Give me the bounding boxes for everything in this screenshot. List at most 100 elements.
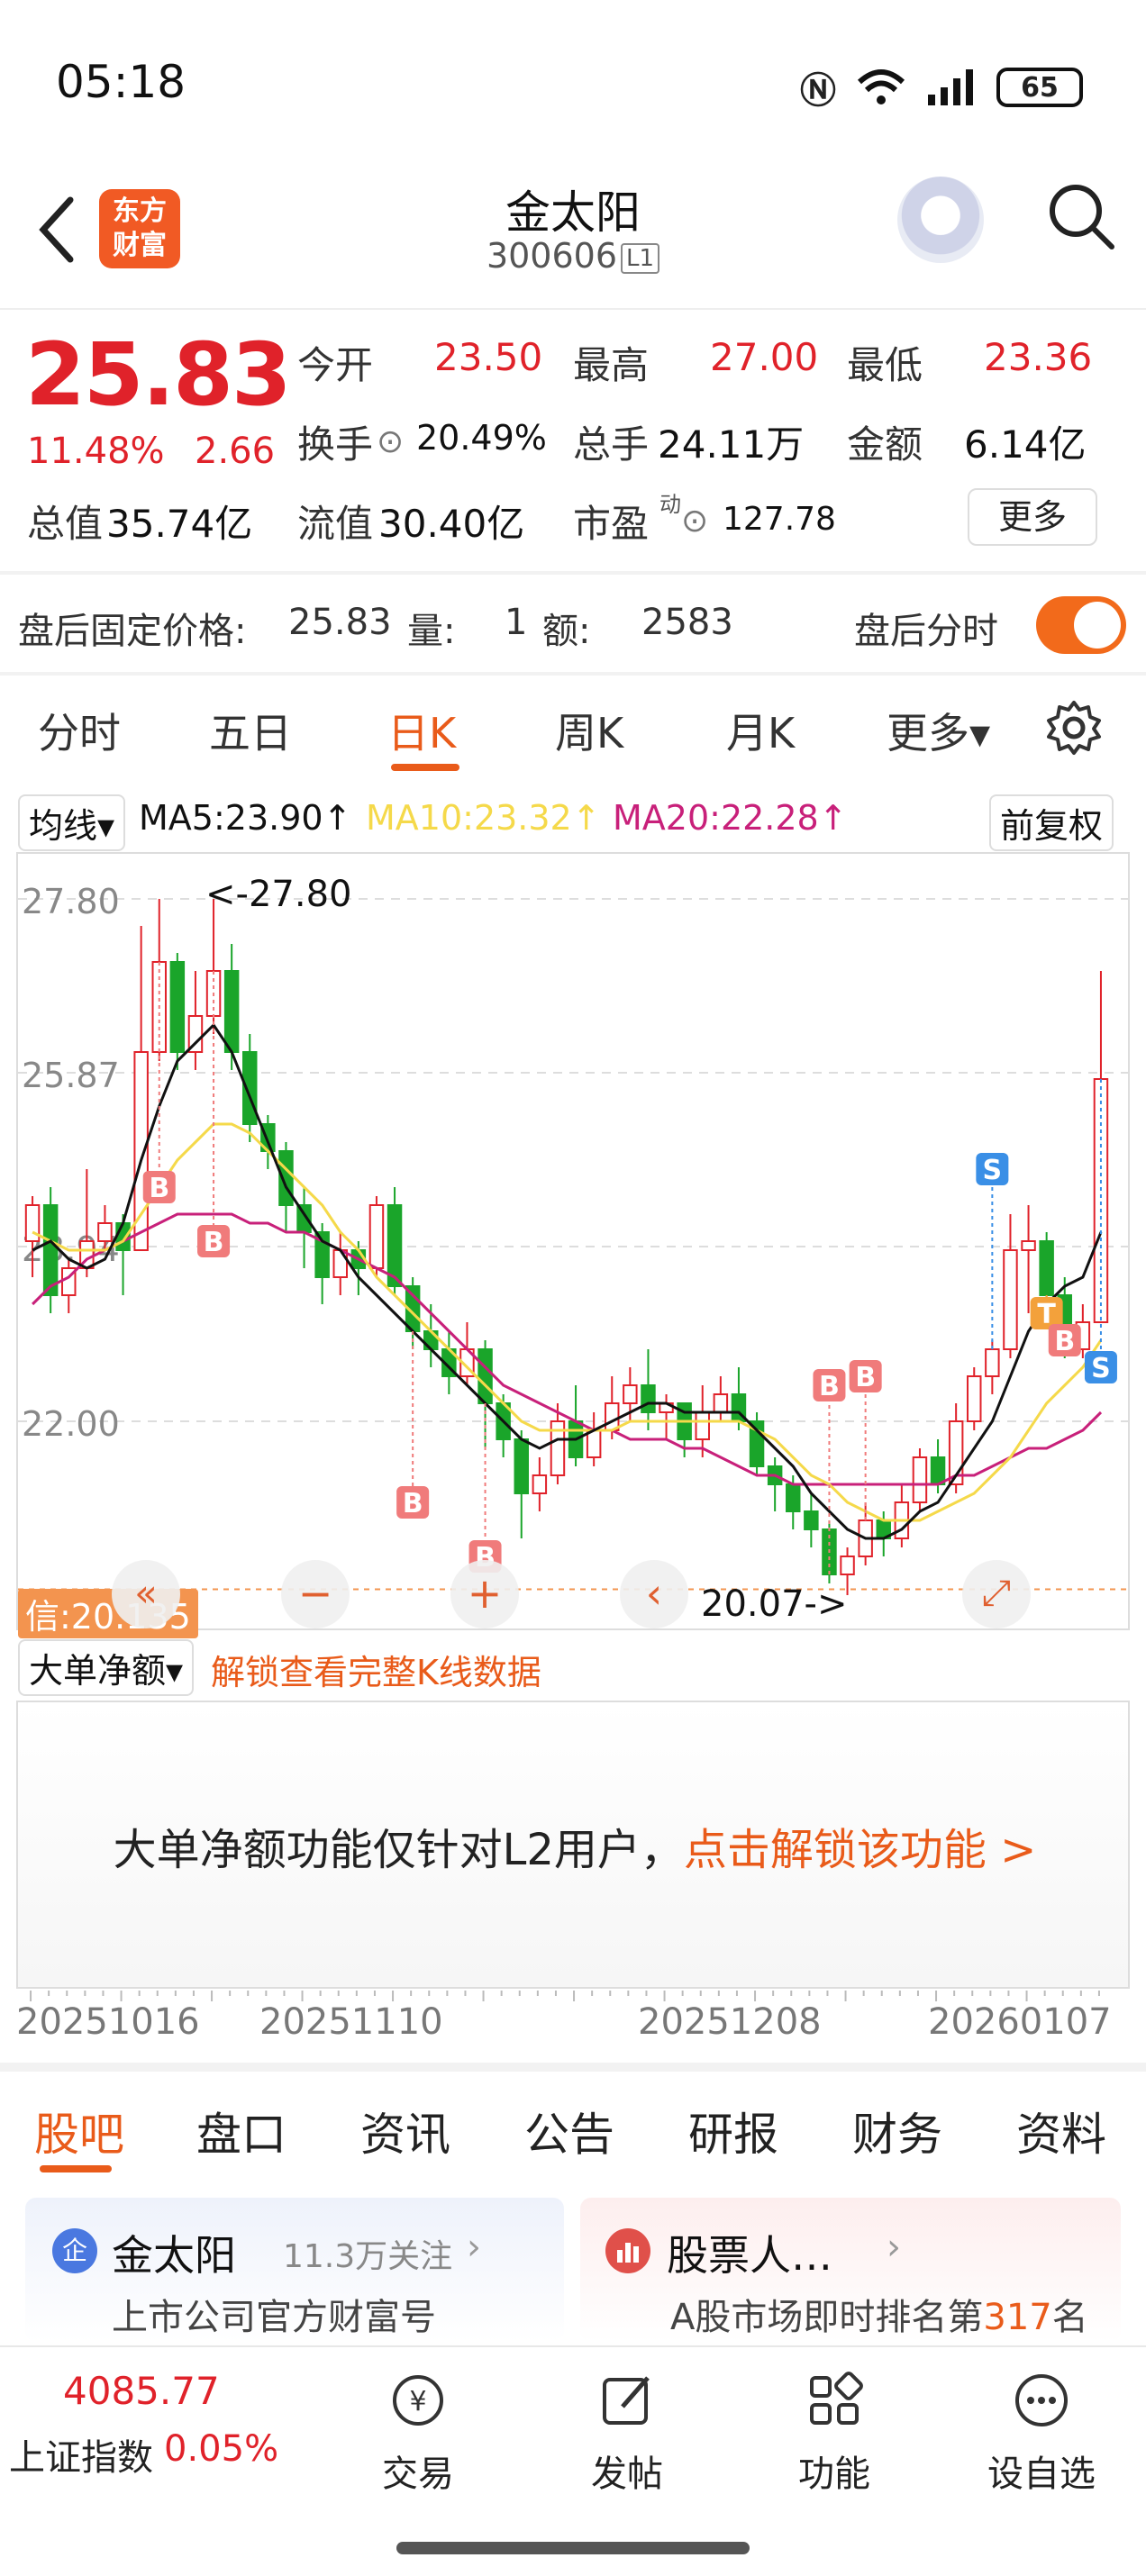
official-account-card[interactable]: 企 金太阳 11.3万关注 › 上市公司官方财富号: [25, 2198, 564, 2342]
indicator-select[interactable]: 均线▾: [18, 794, 126, 851]
ranking-number: 317: [983, 2297, 1052, 2338]
pe-label: 市盈: [573, 502, 650, 546]
trade-yen-icon: ¥: [393, 2375, 443, 2426]
step-back-button[interactable]: ‹: [620, 1560, 688, 1628]
signal-label: B: [403, 1488, 423, 1519]
nfc-icon: Ⓝ: [800, 70, 836, 112]
after-hours-price: 25.83: [288, 602, 392, 643]
after-hours-row: 盘后固定价格: 25.83 量: 1 额: 2583 盘后分时: [0, 576, 1146, 667]
candle: [912, 1456, 928, 1503]
nav-label: 发帖: [591, 2454, 663, 2495]
nav-trade[interactable]: ¥ 交易: [346, 2369, 490, 2497]
y-tick-label: 27.80: [22, 882, 120, 921]
high-marker: <-27.80: [205, 874, 352, 915]
ma10-value: MA10:23.32↑: [366, 798, 601, 838]
tab-research[interactable]: 研报: [688, 2099, 778, 2163]
high-label: 最高: [573, 343, 650, 387]
amount-value: 6.14亿: [964, 422, 1087, 467]
change-amount: 2.66: [195, 431, 276, 472]
info-icon[interactable]: ⊙: [377, 423, 404, 460]
kline-svg[interactable]: 27.8025.8723.9422.00BBBBB BSTBS: [18, 854, 1128, 1628]
after-hours-toggle[interactable]: [1036, 596, 1126, 654]
tab-finance[interactable]: 财务: [852, 2099, 942, 2163]
tab-weekly-k[interactable]: 周K: [555, 701, 623, 760]
amount-label: 金额: [847, 422, 923, 467]
candle: [985, 1348, 1000, 1377]
card-subtitle: 上市公司官方财富号: [112, 2297, 436, 2338]
y-tick-label: 22.00: [22, 1404, 120, 1444]
home-indicator[interactable]: [396, 2542, 750, 2554]
nav-label: 交易: [382, 2454, 454, 2495]
compose-icon: [603, 2376, 650, 2425]
mktcap-label: 总值: [27, 502, 104, 546]
candle: [332, 1249, 348, 1278]
y-tick-label: 25.87: [22, 1056, 120, 1095]
candle: [1021, 1240, 1036, 1251]
indicator2-select[interactable]: 大单净额▾: [18, 1639, 195, 1696]
nav-add-watchlist[interactable]: 设自选: [969, 2369, 1114, 2497]
date-label: 20251110: [259, 2001, 443, 2043]
candle: [840, 1556, 855, 1575]
tab-five-day[interactable]: 五日: [209, 701, 292, 760]
index-value[interactable]: 4085.77: [63, 2369, 220, 2413]
l2-message: 大单净额功能仅针对L2用户，点击解锁该功能 >: [18, 1814, 1132, 1877]
unlock-link[interactable]: 解锁查看完整K线数据: [211, 1645, 541, 1694]
l2-text: 大单净额功能仅针对L2用户，: [113, 1825, 684, 1875]
ma5-value: MA5:23.90↑: [139, 798, 352, 838]
settings-gear-icon[interactable]: [1045, 699, 1103, 757]
stock-code: 300606: [486, 236, 618, 276]
float-label: 流值: [297, 502, 374, 546]
low-marker: 20.07->: [701, 1583, 848, 1625]
l2-unlock-link[interactable]: 点击解锁该功能 >: [684, 1825, 1036, 1875]
volume-label: 总手: [573, 422, 650, 467]
signal-label: B: [855, 1362, 876, 1393]
scroll-left-button[interactable]: «: [112, 1560, 180, 1628]
search-icon[interactable]: [1045, 180, 1117, 252]
nav-functions[interactable]: 功能: [762, 2369, 906, 2497]
tab-intraday[interactable]: 分时: [38, 701, 121, 760]
current-price: 25.83: [25, 324, 292, 425]
bottom-nav: 4085.77 上证指数 0.05% ¥ 交易 发帖 功能 设自选: [0, 2345, 1146, 2576]
date-label: 20251208: [638, 2001, 822, 2043]
more-dots-icon: [1015, 2374, 1068, 2426]
pe-value: 127.78: [723, 501, 836, 538]
adjust-select[interactable]: 前复权: [989, 794, 1114, 851]
svg-text:¥: ¥: [409, 2386, 426, 2417]
candle: [223, 970, 240, 1053]
candle: [532, 1474, 548, 1494]
pe-info-icon[interactable]: ⊙: [681, 503, 708, 540]
kline-chart[interactable]: 27.80 25.87 23.94 22.00 B B B B B B S T B S 信:20.135 …: [16, 852, 1130, 1638]
ranking-prefix: A股市场即时排名第: [670, 2297, 984, 2338]
zoom-in-button[interactable]: +: [450, 1560, 519, 1628]
assistant-avatar-icon[interactable]: [897, 177, 984, 263]
toggle-knob: [1074, 602, 1121, 649]
tab-profile[interactable]: 资料: [1016, 2099, 1106, 2163]
signal-label: B: [204, 1227, 224, 1258]
ranking-card[interactable]: 股票人… › A股市场即时排名第317名: [580, 2198, 1121, 2342]
follower-count: 11.3万关注: [283, 2238, 453, 2275]
tab-announcements[interactable]: 公告: [524, 2099, 614, 2163]
battery-icon: 65: [996, 68, 1083, 107]
index-name[interactable]: 上证指数: [9, 2428, 153, 2481]
tab-daily-k[interactable]: 日K: [387, 701, 456, 760]
chevron-right-icon: ›: [887, 2227, 901, 2268]
tab-more[interactable]: 更多▾: [887, 701, 990, 760]
index-pct: 0.05%: [164, 2428, 279, 2470]
fullscreen-button[interactable]: ⤢: [962, 1560, 1031, 1628]
nav-post[interactable]: 发帖: [555, 2369, 699, 2497]
enterprise-icon: 企: [52, 2228, 97, 2273]
ma-row: 均线▾ MA5:23.90↑ MA10:23.32↑ MA20:22.28↑ 前…: [0, 793, 1146, 851]
signal-label: S: [1091, 1353, 1111, 1384]
zoom-out-button[interactable]: −: [281, 1560, 350, 1628]
candle: [605, 1402, 620, 1431]
tab-monthly-k[interactable]: 月K: [726, 701, 795, 760]
tab-guba[interactable]: 股吧: [34, 2099, 124, 2163]
card-title: 股票人…: [667, 2231, 832, 2280]
tab-news[interactable]: 资讯: [360, 2099, 450, 2163]
signal-label: B: [819, 1371, 840, 1402]
ranking-suffix: 名: [1051, 2297, 1088, 2338]
more-quote-button[interactable]: 更多: [968, 488, 1097, 546]
after-hours-vol: 1: [505, 602, 528, 643]
tab-pankou[interactable]: 盘口: [196, 2099, 286, 2163]
high-value: 27.00: [710, 335, 819, 379]
